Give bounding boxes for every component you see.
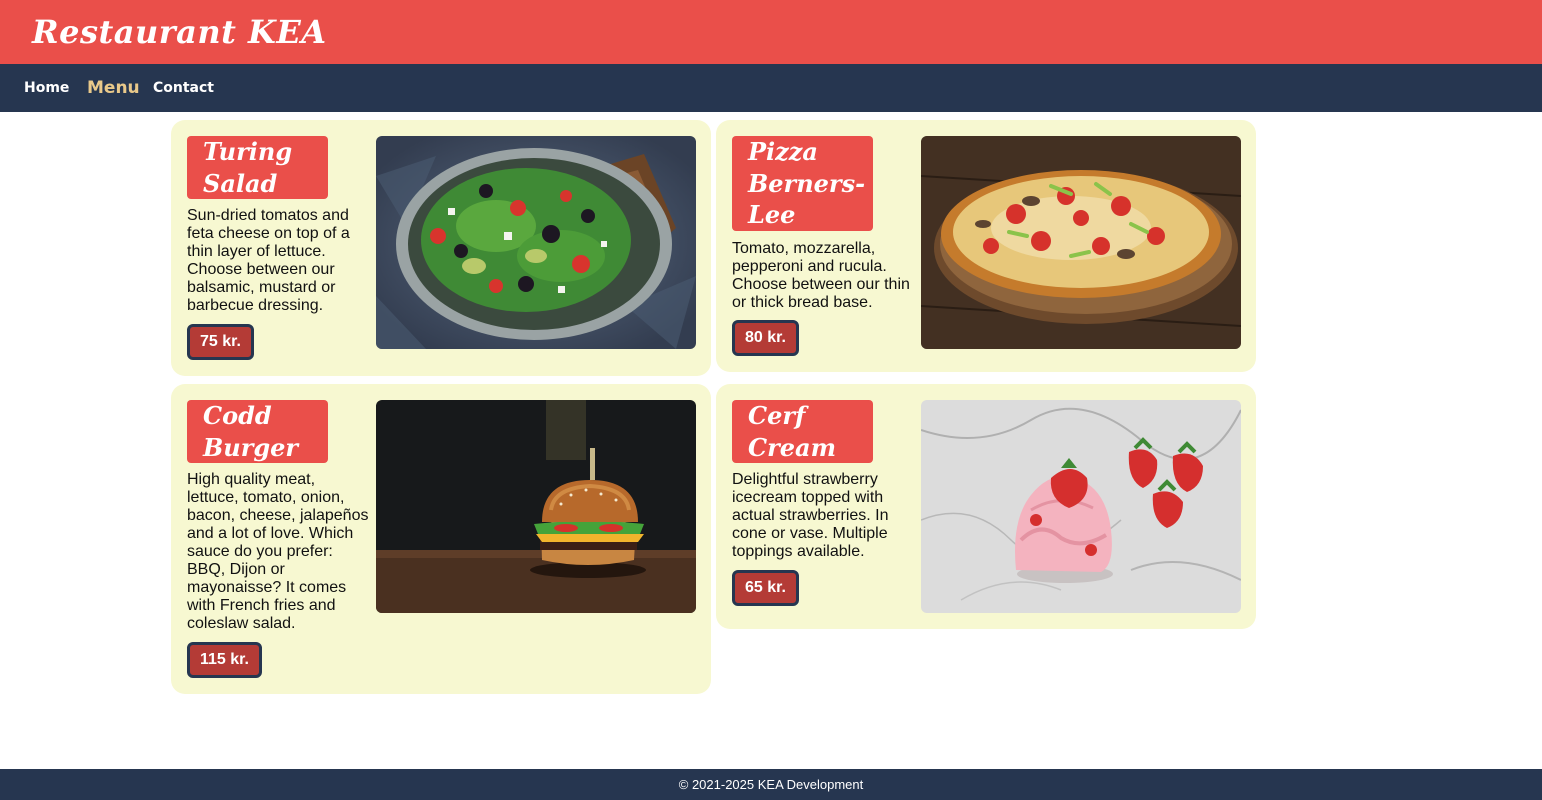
strawberry-icecream-photo: [921, 400, 1241, 613]
price-badge: 115 kr.: [187, 642, 262, 678]
site-footer: © 2021-2025 KEA Development: [0, 769, 1542, 800]
site-header: Restaurant KEA: [0, 0, 1542, 64]
burger-photo: [376, 400, 696, 613]
price-badge: 80 kr.: [732, 320, 799, 356]
menu-item-card: Pizza Berners-Lee Tomato, mozzarella, pe…: [716, 120, 1256, 372]
menu-item-title: Pizza Berners-Lee: [732, 136, 873, 231]
menu-item-card: Cerf Cream Delightful strawberry icecrea…: [716, 384, 1256, 629]
price-badge: 65 kr.: [732, 570, 799, 606]
nav-link-home[interactable]: Home: [24, 64, 69, 112]
menu-item-description: Delightful strawberry icecream topped wi…: [732, 471, 889, 560]
menu-item-title: Codd Burger: [187, 400, 328, 463]
menu-item-description: Sun-dried tomatos and feta cheese on top…: [187, 207, 350, 314]
nav-link-menu[interactable]: Menu: [87, 64, 140, 112]
menu-item-title: Cerf Cream: [732, 400, 873, 463]
site-title: Restaurant KEA: [32, 13, 327, 51]
nav-link-contact[interactable]: Contact: [153, 64, 214, 112]
menu-item-description: Tomato, mozzarella, pepperoni and rucula…: [732, 240, 910, 311]
salad-bowl-photo: [376, 136, 696, 349]
menu-item-card: Turing Salad Sun-dried tomatos and feta …: [171, 120, 711, 376]
price-badge: 75 kr.: [187, 324, 254, 360]
menu-item-description: High quality meat, lettuce, tomato, onio…: [187, 471, 369, 632]
pizza-photo: [921, 136, 1241, 349]
main-nav: Home Menu Contact: [0, 64, 1542, 112]
menu-item-title: Turing Salad: [187, 136, 328, 199]
menu-item-card: Codd Burger High quality meat, lettuce, …: [171, 384, 711, 694]
